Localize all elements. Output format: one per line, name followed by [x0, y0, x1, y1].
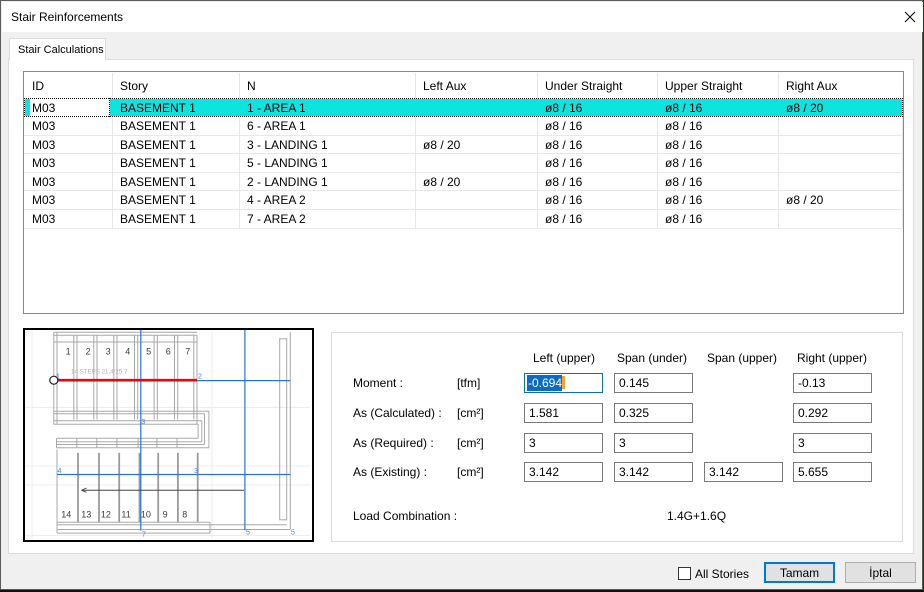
svg-text:1: 1 [66, 347, 71, 357]
svg-text:3: 3 [194, 468, 198, 475]
svg-text:5: 5 [246, 530, 250, 537]
svg-text:14: 14 [61, 510, 71, 520]
svg-text:4: 4 [58, 468, 62, 475]
svg-text:10: 10 [141, 510, 151, 520]
svg-text:2: 2 [198, 374, 202, 381]
svg-text:5: 5 [291, 530, 295, 537]
svg-text:13: 13 [81, 510, 91, 520]
svg-text:7: 7 [185, 347, 190, 357]
svg-text:4: 4 [125, 347, 130, 357]
svg-text:9: 9 [163, 510, 168, 520]
svg-text:5: 5 [146, 347, 151, 357]
svg-text:3: 3 [141, 419, 145, 426]
svg-text:6: 6 [166, 347, 171, 357]
svg-text:12: 12 [101, 510, 111, 520]
svg-text:14 STEPS 21.4/25.7: 14 STEPS 21.4/25.7 [71, 369, 128, 376]
svg-text:11: 11 [121, 510, 130, 520]
svg-text:7: 7 [142, 532, 146, 539]
svg-text:8: 8 [182, 510, 187, 520]
svg-text:3: 3 [106, 347, 111, 357]
svg-text:2: 2 [86, 347, 91, 357]
